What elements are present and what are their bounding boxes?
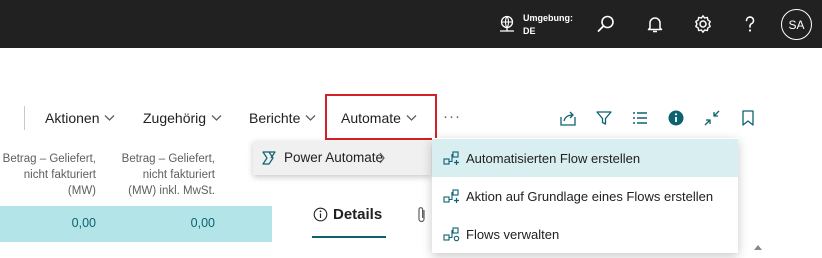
share-icon[interactable] [559, 109, 577, 127]
search-icon[interactable] [596, 14, 616, 34]
flow-icon [443, 151, 459, 165]
table-cell[interactable]: 0,00 [191, 216, 215, 230]
tab-active-indicator [312, 236, 386, 238]
menu-zugehoerig-label: Zugehörig [143, 110, 207, 126]
automate-highlight-box [325, 94, 437, 140]
flow-settings-icon [443, 227, 460, 242]
table-cell[interactable]: 0,00 [72, 216, 96, 230]
create-automated-flow-item[interactable]: Automatisierten Flow erstellen [432, 139, 738, 177]
chevron-down-icon [211, 115, 222, 121]
paperclip-icon[interactable] [416, 206, 428, 224]
table-row-selected[interactable] [0, 206, 272, 242]
flow-icon [443, 189, 459, 203]
column-header-line: nicht fakturiert [142, 169, 215, 181]
action-bar-divider [24, 106, 25, 130]
scroll-up-arrow[interactable] [754, 244, 762, 250]
avatar[interactable]: SA [781, 9, 812, 40]
tab-details[interactable]: Details [313, 206, 382, 223]
environment-label: Umgebung: [523, 13, 573, 23]
gear-icon[interactable] [693, 14, 713, 34]
environment-indicator[interactable]: Umgebung: DE [498, 12, 573, 38]
chevron-right-icon [379, 152, 385, 164]
filter-icon[interactable] [595, 109, 613, 127]
manage-flows-label: Flows verwalten [466, 226, 560, 242]
more-options-button[interactable]: ··· [443, 108, 461, 125]
menu-aktionen-label: Aktionen [45, 110, 100, 126]
bookmark-icon[interactable] [739, 109, 757, 127]
column-header-line: nicht fakturiert [23, 169, 96, 181]
column-header-line: (MW) inkl. MwSt. [128, 185, 215, 197]
column-header-line: Betrag – Geliefert, [2, 153, 96, 165]
manage-flows-item[interactable]: Flows verwalten [432, 215, 738, 253]
tab-details-label: Details [333, 206, 383, 223]
app-top-bar: Umgebung: DE SA [0, 0, 822, 48]
menu-zugehoerig[interactable]: Zugehörig [143, 110, 222, 126]
bell-icon[interactable] [645, 14, 665, 34]
info-outline-icon [313, 207, 328, 222]
power-automate-icon [262, 151, 276, 165]
menu-berichte[interactable]: Berichte [249, 110, 316, 126]
create-action-from-flow-label: Aktion auf Grundlage eines Flows erstell… [466, 188, 714, 204]
power-automate-menu-item[interactable]: Power Automate [253, 141, 431, 175]
environment-icon [500, 15, 514, 32]
create-action-from-flow-item[interactable]: Aktion auf Grundlage eines Flows erstell… [432, 177, 738, 215]
chevron-down-icon [305, 115, 316, 121]
list-view-icon[interactable] [631, 109, 649, 127]
collapse-icon[interactable] [703, 109, 721, 127]
help-icon[interactable] [740, 14, 760, 34]
column-header[interactable]: Betrag – Geliefert, nicht fakturiert (MW… [122, 151, 215, 199]
create-automated-flow-label: Automatisierten Flow erstellen [466, 150, 641, 166]
power-automate-label: Power Automate [284, 150, 384, 165]
column-header-line: (MW) [67, 185, 96, 197]
chevron-down-icon [105, 115, 115, 121]
column-header[interactable]: Betrag – Geliefert, nicht fakturiert (MW… [3, 151, 96, 199]
info-icon[interactable] [667, 109, 685, 127]
column-header-line: Betrag – Geliefert, [121, 153, 215, 165]
power-automate-flyout: Automatisierten Flow erstellen Aktion au… [432, 138, 738, 253]
environment-value: DE [523, 26, 536, 36]
menu-aktionen[interactable]: Aktionen [45, 110, 115, 126]
menu-berichte-label: Berichte [249, 110, 301, 126]
